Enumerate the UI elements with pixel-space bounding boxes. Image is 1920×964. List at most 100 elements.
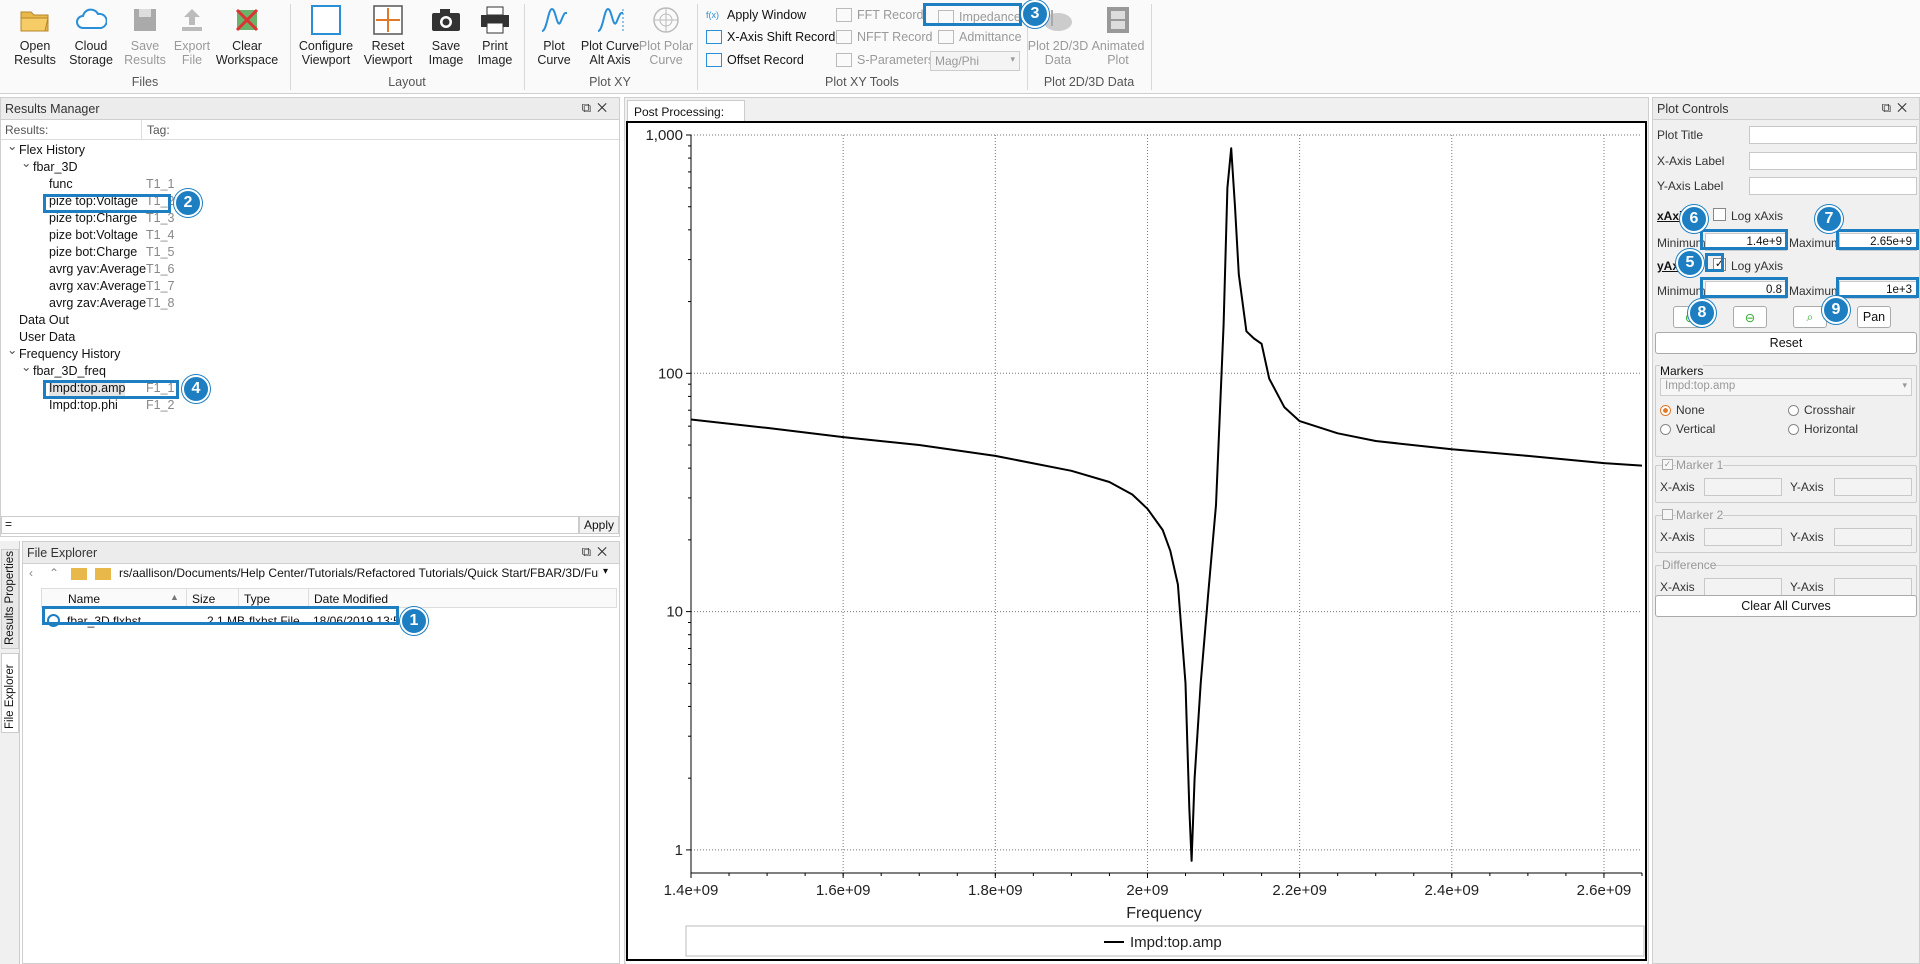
markers-curve-select[interactable]: Impd:top.amp ▾ (1660, 378, 1912, 396)
printer-icon (479, 4, 511, 36)
tree-item-label: pize bot:Charge (49, 245, 138, 259)
radio-vertical[interactable] (1660, 424, 1671, 435)
configure-viewport-button[interactable]: Configure Viewport (296, 4, 356, 67)
fft-record-button[interactable]: FFT Record (836, 8, 923, 22)
s-parameters-button[interactable]: S-Parameters (836, 53, 934, 67)
up-arrow-icon[interactable]: ⌃ (49, 566, 59, 580)
col-name[interactable]: Name (68, 592, 100, 606)
admittance-icon (938, 30, 954, 44)
sort-up-icon: ▲ (170, 592, 179, 602)
results-column-header: Results: Tag: (1, 120, 619, 140)
tree-item[interactable]: avrg xav:Average T1_7 (1, 278, 601, 295)
zoom-out-icon: ⊖ (1744, 310, 1756, 325)
tab-post-processing[interactable]: Post Processing: ⊠ (627, 100, 745, 133)
tree-item[interactable]: avrg zav:Average T1_8 (1, 295, 601, 312)
tree-node[interactable]: ⌄ fbar_3D_freq (1, 360, 601, 380)
tree-node[interactable]: User Data (1, 329, 601, 346)
log-xaxis-checkbox[interactable] (1713, 208, 1726, 221)
clear-workspace-button[interactable]: Clear Workspace (216, 4, 278, 67)
tree-item[interactable]: pize bot:Charge T1_5 (1, 244, 601, 261)
apply-window-button[interactable]: f(x) Apply Window (706, 8, 806, 22)
save-results-button[interactable]: Save Results (124, 4, 166, 67)
file-table-header: Name ▲ Size Type Date Modified (41, 588, 617, 608)
tab-file-explorer[interactable]: File Explorer (1, 653, 19, 733)
x-tick-label: 1.8e+09 (968, 882, 1023, 899)
back-arrow-icon[interactable]: ‹ (29, 566, 33, 580)
group-label-plot-xy: Plot XY (589, 75, 631, 89)
group-label-files: Files (131, 75, 159, 89)
col-size[interactable]: Size (192, 592, 215, 606)
export-file-button[interactable]: Export File (172, 4, 212, 67)
camera-icon (430, 4, 462, 36)
plot-curve-button[interactable]: Plot Curve (532, 4, 576, 67)
plot-polar-curve-button[interactable]: Plot Polar Curve (639, 4, 693, 67)
tree-item[interactable]: avrg yav:Average T1_6 (1, 261, 601, 278)
float-close-icons[interactable]: ⧉✕ (582, 544, 613, 560)
save-image-button[interactable]: Save Image (422, 4, 470, 67)
clear-all-curves-button[interactable]: Clear All Curves (1655, 595, 1917, 617)
file-explorer-header: File Explorer ⧉✕ (23, 542, 619, 564)
radio-horizontal[interactable] (1788, 424, 1799, 435)
x-tick-label: 2.4e+09 (1424, 882, 1479, 899)
expand-chevron-icon[interactable]: ⌄ (21, 155, 31, 172)
admittance-button[interactable]: Admittance (932, 30, 1028, 44)
x-axis-shift-record-button[interactable]: X-Axis Shift Record (706, 30, 835, 44)
plot-title-input[interactable] (1749, 126, 1917, 144)
radio-crosshair[interactable] (1788, 405, 1799, 416)
col-type[interactable]: Type (244, 592, 270, 606)
cloud-icon (75, 4, 107, 36)
callout-8: 8 (1688, 299, 1716, 327)
reset-viewport-button[interactable]: Reset Viewport (360, 4, 416, 67)
apply-button[interactable]: Apply (579, 516, 619, 534)
plot-curve-alt-axis-button[interactable]: Plot Curve Alt Axis (580, 4, 640, 67)
tree-item[interactable]: func T1_1 (1, 176, 601, 193)
marker2-x-field (1704, 528, 1782, 546)
impedance-chart[interactable]: 1.4e+09 1.6e+09 1.8e+09 2e+09 2.2e+09 2.4e+09… (626, 121, 1647, 964)
pan-button[interactable]: Pan (1857, 306, 1891, 328)
export-icon (176, 4, 208, 36)
tree-item[interactable]: Impd:top.phi F1_2 (1, 397, 601, 414)
chevron-down-icon[interactable]: ▾ (603, 566, 608, 577)
callout-3: 3 (1021, 0, 1049, 28)
zoom-out-button[interactable]: ⊖ (1733, 306, 1767, 328)
y-tick-label: 1,000 (645, 127, 683, 144)
tree-node[interactable]: ⌄ Flex History (1, 139, 601, 159)
tree-node[interactable]: ⌄ fbar_3D (1, 156, 601, 176)
tree-item-tag: T1_8 (146, 296, 175, 310)
float-close-icons[interactable]: ⧉✕ (582, 100, 613, 116)
float-close-icons[interactable]: ⧉✕ (1882, 100, 1913, 116)
plot-curve-icon (538, 4, 570, 36)
col-date[interactable]: Date Modified (314, 592, 388, 606)
expand-chevron-icon[interactable]: ⌄ (21, 359, 31, 376)
path-input[interactable]: rs/aallison/Documents/Help Center/Tutori… (119, 566, 599, 580)
print-image-button[interactable]: Print Image (472, 4, 518, 67)
offset-record-button[interactable]: Offset Record (706, 53, 804, 67)
y-axis-label-input[interactable] (1749, 177, 1917, 195)
animated-plot-button[interactable]: Animated Plot (1090, 4, 1146, 67)
tab-results-properties[interactable]: Results Properties (1, 549, 19, 649)
marker1-checkbox[interactable]: ✓ (1662, 459, 1673, 470)
x-axis-label-input[interactable] (1749, 152, 1917, 170)
filter-input[interactable]: = (1, 516, 579, 534)
marker2-checkbox[interactable] (1662, 509, 1673, 520)
ribbon-divider (1151, 4, 1152, 90)
open-results-button[interactable]: Open Results (12, 4, 58, 67)
nfft-record-button[interactable]: NFFT Record (836, 30, 932, 44)
highlight-file (42, 606, 399, 625)
expand-chevron-icon[interactable]: ⌄ (7, 342, 17, 359)
mag-phi-dropdown[interactable]: Mag/Phi ▾ (930, 51, 1020, 71)
expand-chevron-icon[interactable]: ⌄ (7, 138, 17, 155)
folder-icon[interactable] (95, 568, 111, 580)
reset-button[interactable]: Reset (1655, 332, 1917, 354)
group-label-layout: Layout (388, 75, 426, 89)
new-folder-icon[interactable] (71, 568, 87, 580)
cloud-storage-button[interactable]: Cloud Storage (66, 4, 116, 67)
group-label-plot-2d3d: Plot 2D/3D Data (1043, 75, 1135, 89)
tree-item[interactable]: pize bot:Voltage T1_4 (1, 227, 601, 244)
callout-2: 2 (174, 189, 202, 217)
highlight-y-max (1836, 277, 1919, 298)
tree-node[interactable]: ⌄ Frequency History (1, 343, 601, 363)
tree-node[interactable]: Data Out (1, 312, 601, 329)
tree-item-label: fbar_3D_freq (33, 364, 106, 378)
radio-none[interactable] (1660, 405, 1671, 416)
